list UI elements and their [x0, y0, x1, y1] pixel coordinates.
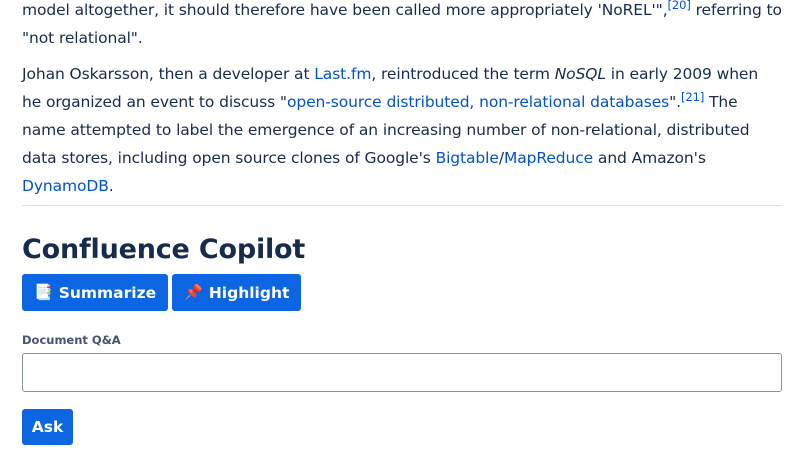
link-nosql-event[interactable]: open-source distributed, non-relational … — [287, 93, 669, 111]
reference-link[interactable]: [21] — [681, 90, 704, 104]
copilot-actions: 📑 Summarize 📌 Highlight — [22, 274, 302, 311]
summarize-button[interactable]: 📑 Summarize — [22, 274, 169, 311]
section-divider — [22, 205, 782, 206]
document-qa-input[interactable] — [22, 353, 782, 392]
ask-button[interactable]: Ask — [22, 409, 73, 445]
pushpin-icon: 📌 — [184, 283, 203, 301]
highlight-label: Highlight — [208, 283, 290, 302]
bookmark-tabs-icon: 📑 — [34, 283, 53, 301]
reference-20[interactable]: [20] — [668, 0, 691, 12]
paragraph-text: . — [108, 177, 114, 195]
reference-link[interactable]: [20] — [668, 0, 691, 12]
link-dynamodb[interactable]: DynamoDB — [22, 177, 109, 195]
reference-21[interactable]: [21] — [681, 90, 704, 104]
paragraph-oskarsson: Johan Oskarsson, then a developer at Las… — [22, 60, 782, 200]
confluence-page: model altogether, it should therefore ha… — [0, 0, 793, 453]
article-body: model altogether, it should therefore ha… — [22, 0, 782, 208]
paragraph-text: ". — [669, 93, 682, 111]
nosql-term: NoSQL — [554, 65, 606, 83]
paragraph-text: , reintroduced the term — [371, 65, 555, 83]
paragraph-text: model altogether, it should therefore ha… — [22, 1, 668, 19]
copilot-title: Confluence Copilot — [22, 234, 306, 265]
highlight-button[interactable]: 📌 Highlight — [172, 274, 302, 311]
link-bigtable[interactable]: Bigtable — [436, 149, 499, 167]
summarize-label: Summarize — [58, 283, 157, 302]
document-qa-label: Document Q&A — [22, 333, 121, 347]
link-mapreduce[interactable]: MapReduce — [504, 149, 593, 167]
paragraph-text: Johan Oskarsson, then a developer at — [22, 65, 315, 83]
link-lastfm[interactable]: Last.fm — [314, 65, 371, 83]
paragraph-text: and Amazon's — [593, 149, 706, 167]
paragraph-norel: model altogether, it should therefore ha… — [22, 0, 782, 52]
